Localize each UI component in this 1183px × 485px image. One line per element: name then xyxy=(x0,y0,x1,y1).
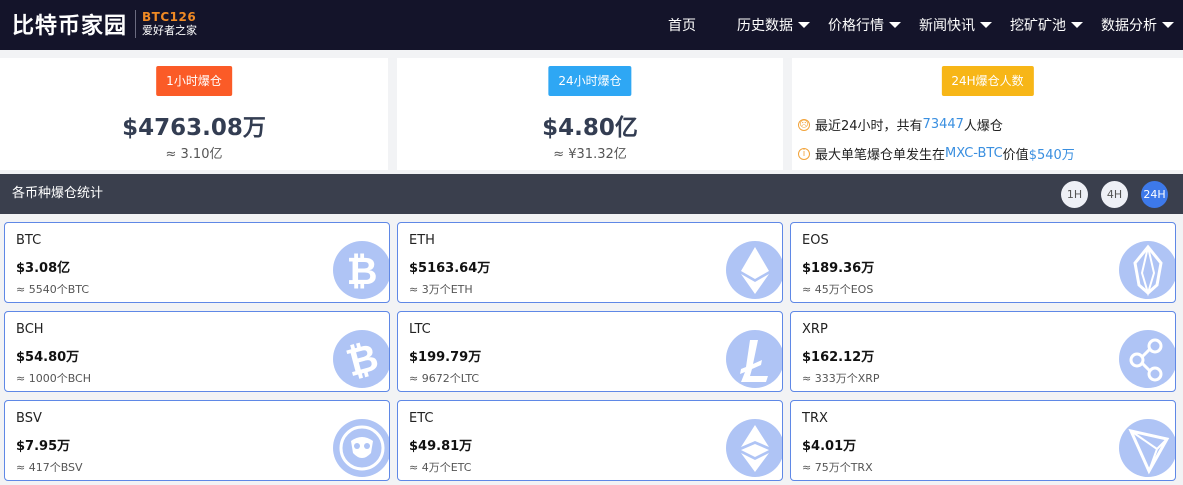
svg-text:₿: ₿ xyxy=(342,335,383,386)
coin-quantity: ≈ 1000个BCH xyxy=(16,372,92,385)
info-count-suffix: 人爆仓 xyxy=(963,119,1003,134)
badge-24h-people: 24H爆仓人数 xyxy=(941,66,1034,96)
coin-symbol: LTC xyxy=(409,322,431,337)
coin-quantity: ≈ 3万个ETH xyxy=(409,283,473,296)
info-line-largest: i 最大单笔爆仓单发生在 MXC-BTC 价值 $540万 xyxy=(798,144,1075,163)
coin-amount: $4.01万 xyxy=(802,439,857,454)
liquidation-summary: 1小时爆仓 $4763.08万 ≈ 3.10亿 24小时爆仓 $4.80亿 ≈ … xyxy=(0,58,1183,170)
coin-amount: $199.79万 xyxy=(409,350,482,365)
info-largest-value: $540万 xyxy=(1028,148,1075,163)
nav-price-label: 价格行情 xyxy=(828,18,884,34)
coin-quantity: ≈ 9672个LTC xyxy=(409,372,480,385)
top-navbar: 比特币家园 BTC126 爱好者之家 首页 历史数据 价格行情 新闻快讯 挖矿矿… xyxy=(0,0,1183,50)
tron-icon xyxy=(1119,419,1175,477)
site-logo[interactable]: 比特币家园 BTC126 爱好者之家 xyxy=(12,6,197,42)
coin-quantity: ≈ 333万个XRP xyxy=(802,372,880,385)
info-largest-prefix: 最大单笔爆仓单发生在 xyxy=(815,148,946,163)
sad-face-icon: ☹ xyxy=(798,118,810,131)
info-largest-mid: 价值 xyxy=(1002,148,1029,163)
chevron-down-icon xyxy=(1162,22,1174,28)
coin-quantity: ≈ 75万个TRX xyxy=(802,461,873,474)
nav-history-label: 历史数据 xyxy=(737,18,793,34)
ethereum-classic-icon xyxy=(726,419,782,477)
nav-data-analysis[interactable]: 数据分析 xyxy=(1101,15,1174,35)
eos-icon xyxy=(1119,241,1175,299)
logo-title: 比特币家园 xyxy=(12,14,128,39)
coin-symbol: BTC xyxy=(16,233,42,248)
chevron-down-icon xyxy=(798,22,810,28)
litecoin-icon xyxy=(726,330,782,388)
stat-sub-24h: ≈ ¥31.32亿 xyxy=(553,147,627,162)
stat-box-people: 24H爆仓人数 ☹ 最近24小时，共有 73447 人爆仓 i 最大单笔爆仓单发… xyxy=(792,58,1183,170)
coin-stats-header: 各币种爆仓统计 1H 4H 24H xyxy=(0,174,1183,214)
coin-card-bsv[interactable]: BSV $7.95万 ≈ 417个BSV xyxy=(4,400,390,481)
coin-card-etc[interactable]: ETC $49.81万 ≈ 4万个ETC xyxy=(397,400,783,481)
coin-symbol: BSV xyxy=(16,411,42,426)
coin-quantity: ≈ 45万个EOS xyxy=(802,283,874,296)
logo-divider xyxy=(135,10,137,38)
info-line-count: ☹ 最近24小时，共有 73447 人爆仓 xyxy=(798,115,1003,134)
coin-card-ltc[interactable]: LTC $199.79万 ≈ 9672个LTC xyxy=(397,311,783,392)
coin-card-btc[interactable]: BTC $3.08亿 ≈ 5540个BTC ₿ xyxy=(4,222,390,303)
coin-symbol: EOS xyxy=(802,233,829,248)
nav-home-label: 首页 xyxy=(668,18,696,34)
nav-news-label: 新闻快讯 xyxy=(919,18,975,34)
chevron-down-icon xyxy=(980,22,992,28)
badge-1h-liquidation: 1小时爆仓 xyxy=(156,66,232,96)
timeframe-1h-button[interactable]: 1H xyxy=(1061,181,1088,208)
main-nav: 首页 历史数据 价格行情 新闻快讯 挖矿矿池 数据分析 xyxy=(659,0,1183,50)
svg-text:₿: ₿ xyxy=(347,249,378,293)
info-icon: i xyxy=(798,147,810,160)
coin-symbol: XRP xyxy=(802,322,828,337)
info-count-prefix: 最近24小时，共有 xyxy=(815,119,923,134)
nav-price-quotes[interactable]: 价格行情 xyxy=(828,15,901,35)
nav-history-data[interactable]: 历史数据 xyxy=(737,15,810,35)
bitcoin-sv-icon xyxy=(333,419,389,477)
info-largest-pair[interactable]: MXC-BTC xyxy=(945,146,1003,161)
coin-symbol: BCH xyxy=(16,322,44,337)
info-count-value: 73447 xyxy=(922,117,964,132)
coin-symbol: ETC xyxy=(409,411,434,426)
coin-amount: $162.12万 xyxy=(802,350,875,365)
coin-amount: $7.95万 xyxy=(16,439,71,454)
coin-card-eth[interactable]: ETH $5163.64万 ≈ 3万个ETH xyxy=(397,222,783,303)
bitcoin-icon: ₿ xyxy=(333,241,389,299)
timeframe-4h-button[interactable]: 4H xyxy=(1101,181,1128,208)
nav-analysis-label: 数据分析 xyxy=(1101,18,1157,34)
nav-mining-pool[interactable]: 挖矿矿池 xyxy=(1010,15,1083,35)
bitcoin-cash-icon: ₿ xyxy=(333,330,389,388)
nav-mining-label: 挖矿矿池 xyxy=(1010,18,1066,34)
section-title: 各币种爆仓统计 xyxy=(12,186,104,201)
stat-value-1h: $4763.08万 xyxy=(122,115,266,141)
logo-tagline: 爱好者之家 xyxy=(142,24,198,37)
coin-amount: $5163.64万 xyxy=(409,261,491,276)
stat-box-24h: 24小时爆仓 $4.80亿 ≈ ¥31.32亿 xyxy=(397,58,783,170)
stat-value-24h: $4.80亿 xyxy=(542,115,638,141)
stat-box-1h: 1小时爆仓 $4763.08万 ≈ 3.10亿 xyxy=(0,58,388,170)
coin-amount: $49.81万 xyxy=(409,439,473,454)
nav-news[interactable]: 新闻快讯 xyxy=(919,15,992,35)
coin-amount: $3.08亿 xyxy=(16,261,71,276)
coin-card-xrp[interactable]: XRP $162.12万 ≈ 333万个XRP xyxy=(790,311,1176,392)
chevron-down-icon xyxy=(1071,22,1083,28)
timeframe-24h-button[interactable]: 24H xyxy=(1141,181,1168,208)
logo-subtitle: BTC126 爱好者之家 xyxy=(142,10,197,38)
chevron-down-icon xyxy=(889,22,901,28)
coin-symbol: ETH xyxy=(409,233,435,248)
badge-24h-liquidation: 24小时爆仓 xyxy=(548,66,632,96)
coin-quantity: ≈ 5540个BTC xyxy=(16,283,90,296)
coin-card-bch[interactable]: BCH $54.80万 ≈ 1000个BCH ₿ xyxy=(4,311,390,392)
ripple-icon xyxy=(1119,330,1175,388)
ethereum-icon xyxy=(726,241,782,299)
nav-home[interactable]: 首页 xyxy=(668,15,696,35)
coin-amount: $189.36万 xyxy=(802,261,875,276)
coin-amount: $54.80万 xyxy=(16,350,80,365)
coin-card-trx[interactable]: TRX $4.01万 ≈ 75万个TRX xyxy=(790,400,1176,481)
coin-quantity: ≈ 417个BSV xyxy=(16,461,83,474)
coin-quantity: ≈ 4万个ETC xyxy=(409,461,472,474)
coin-symbol: TRX xyxy=(802,411,828,426)
logo-brand: BTC126 xyxy=(142,10,197,24)
stat-sub-1h: ≈ 3.10亿 xyxy=(165,147,223,162)
coin-card-eos[interactable]: EOS $189.36万 ≈ 45万个EOS xyxy=(790,222,1176,303)
